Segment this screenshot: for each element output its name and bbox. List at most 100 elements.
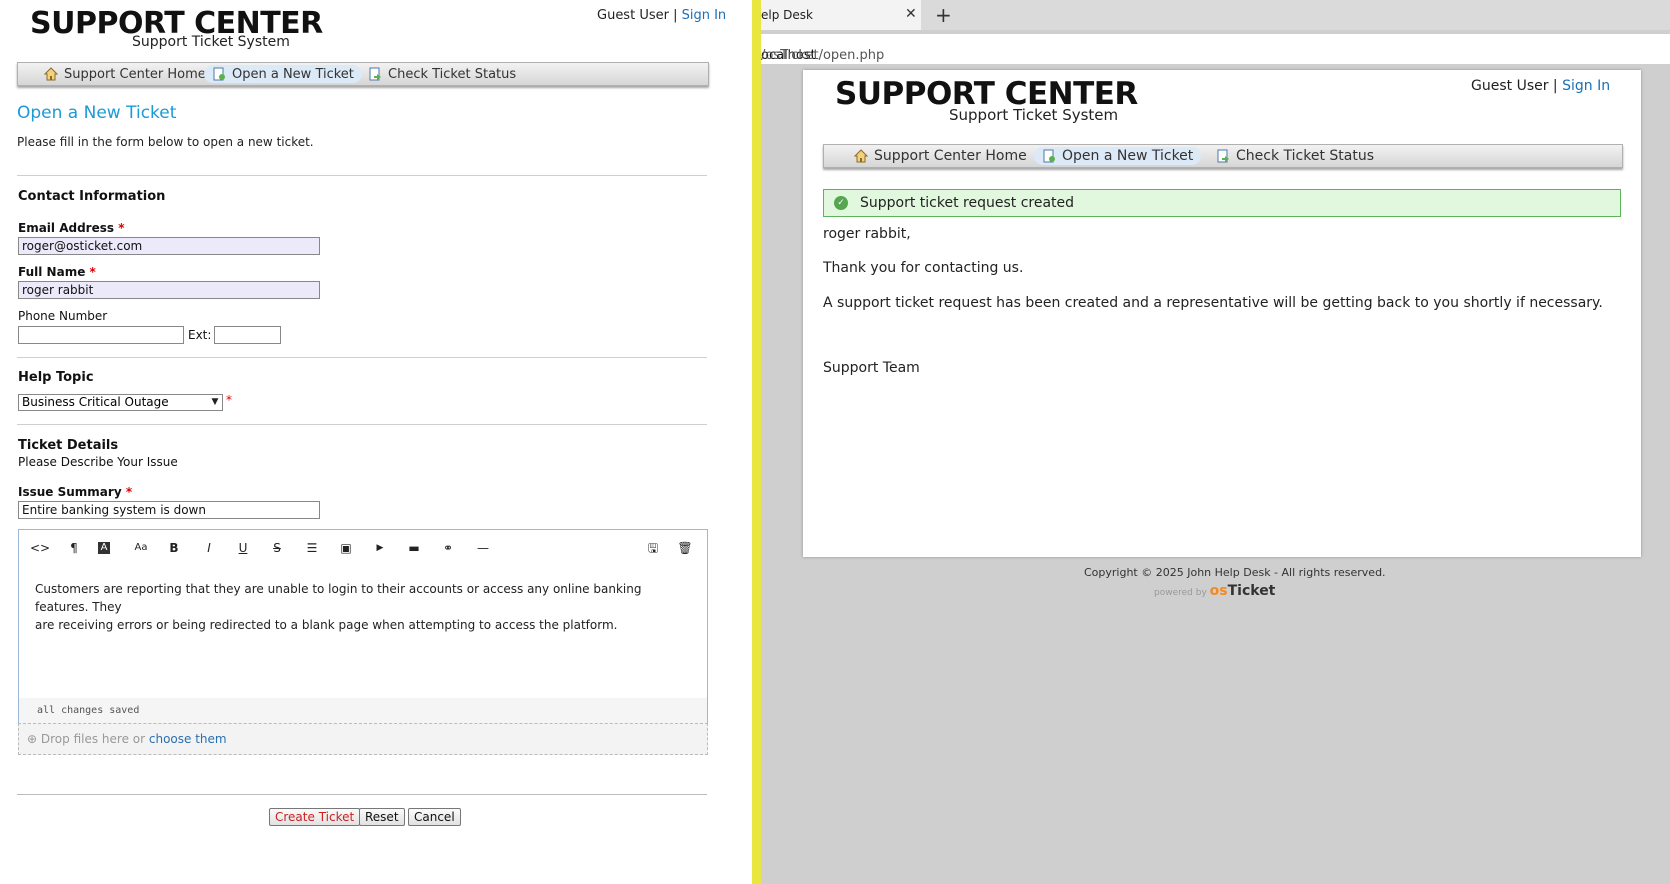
- full-name-field[interactable]: roger rabbit: [18, 281, 320, 299]
- bold-button[interactable]: B: [164, 540, 184, 556]
- paragraph-button[interactable]: ¶: [64, 540, 84, 556]
- editor-toolbar: <> ¶ A Aa B I U S ☰ ▣ ▶ ▬ ⚭ — 🖫 🗑: [19, 530, 707, 564]
- home-icon: [853, 149, 869, 163]
- page-card: SUPPORT CENTER Support Ticket System Gue…: [803, 70, 1641, 557]
- message-line: Customers are reporting that they are un…: [35, 582, 642, 614]
- powered-by-label: powered by: [1154, 588, 1207, 598]
- signature-text: Support Team: [823, 360, 920, 376]
- new-ticket-icon: [1042, 149, 1056, 163]
- divider: [17, 794, 707, 795]
- new-tab-icon[interactable]: +: [935, 3, 952, 27]
- editor-status-bar: all changes saved: [19, 698, 707, 724]
- nav-open-ticket[interactable]: Open a New Ticket: [204, 65, 362, 83]
- contact-heading: Contact Information: [18, 189, 166, 204]
- email-field[interactable]: roger@osticket.com: [18, 237, 320, 255]
- choose-files-link[interactable]: choose them: [149, 732, 227, 746]
- ticket-details-subheading: Please Describe Your Issue: [18, 455, 178, 469]
- ticket-status-icon: [368, 67, 382, 81]
- drop-text: Drop files here or: [40, 732, 146, 746]
- browser-tab[interactable]: elp Desk ✕: [761, 0, 921, 30]
- nav-check-status[interactable]: Check Ticket Status: [360, 65, 524, 83]
- chevron-down-icon: ▼: [211, 397, 219, 407]
- nav-check-status[interactable]: Check Ticket Status: [1208, 147, 1382, 165]
- create-ticket-button[interactable]: Create Ticket: [269, 808, 361, 826]
- font-color-button[interactable]: A: [98, 542, 110, 554]
- divider: [17, 357, 707, 358]
- success-banner: ✓ Support ticket request created: [823, 189, 1621, 217]
- link-icon[interactable]: ⚭: [438, 540, 458, 556]
- phone-field[interactable]: [18, 326, 184, 344]
- logo-subtitle: Support Ticket System: [949, 106, 1119, 124]
- browser-tab-bar: elp Desk ✕ +: [761, 0, 1670, 30]
- url-path: /osTicket/open.php: [761, 48, 885, 63]
- nav-open-ticket-label: Open a New Ticket: [232, 66, 354, 82]
- issue-summary-label: Issue Summary *: [18, 485, 133, 499]
- nav-support-home-label: Support Center Home: [64, 66, 206, 82]
- help-topic-value: Business Critical Outage: [22, 395, 169, 409]
- upload-icon: ⊕: [27, 732, 38, 746]
- underline-button[interactable]: U: [233, 540, 253, 556]
- left-pane: SUPPORT CENTER Support Ticket System Gue…: [0, 0, 752, 884]
- code-view-button[interactable]: <>: [30, 540, 50, 556]
- issue-summary-field[interactable]: Entire banking system is down: [18, 501, 320, 519]
- strikethrough-button[interactable]: S: [267, 540, 287, 556]
- guest-user-label: Guest User |: [1471, 78, 1558, 94]
- check-circle-icon: ✓: [834, 196, 848, 210]
- italic-button[interactable]: I: [199, 540, 219, 556]
- message-text[interactable]: Customers are reporting that they are un…: [35, 580, 691, 634]
- close-icon[interactable]: ✕: [905, 6, 917, 22]
- logo-subtitle: Support Ticket System: [132, 34, 290, 50]
- success-message: Support ticket request created: [860, 195, 1075, 211]
- copyright-text: Copyright © 2025 John Help Desk - All ri…: [1084, 566, 1386, 579]
- save-draft-icon[interactable]: 🖫: [643, 540, 663, 556]
- nav-check-status-label: Check Ticket Status: [388, 66, 517, 82]
- nav-check-status-label: Check Ticket Status: [1236, 148, 1374, 164]
- home-icon: [43, 67, 59, 81]
- main-nav: Support Center Home Open a New Ticket Ch…: [17, 62, 709, 86]
- phone-label: Phone Number: [18, 309, 108, 323]
- font-size-button[interactable]: Aa: [131, 540, 151, 556]
- guest-user-label: Guest User |: [597, 8, 678, 23]
- required-marker: *: [226, 393, 232, 407]
- nav-open-ticket-label: Open a New Ticket: [1062, 148, 1194, 164]
- thanks-text: Thank you for contacting us.: [823, 260, 1024, 276]
- horizontal-rule-icon[interactable]: —: [473, 540, 493, 556]
- list-icon[interactable]: ☰: [302, 540, 322, 556]
- sign-in-link[interactable]: Sign In: [682, 8, 727, 23]
- split-divider: [752, 0, 761, 884]
- divider: [17, 424, 707, 425]
- video-icon[interactable]: ▶: [370, 540, 390, 556]
- reset-button[interactable]: Reset: [359, 808, 405, 826]
- nav-support-home-label: Support Center Home: [874, 148, 1027, 164]
- help-topic-heading: Help Topic: [18, 370, 94, 385]
- message-editor: <> ¶ A Aa B I U S ☰ ▣ ▶ ▬ ⚭ — 🖫 🗑 Custom…: [18, 529, 708, 725]
- help-topic-select[interactable]: Business Critical Outage ▼: [18, 394, 223, 411]
- greeting-text: roger rabbit,: [823, 226, 911, 242]
- nav-support-home[interactable]: Support Center Home: [36, 65, 214, 83]
- save-status: all changes saved: [37, 705, 140, 716]
- delete-draft-icon[interactable]: 🗑: [675, 540, 695, 556]
- osticket-logo: osTicket: [1209, 583, 1276, 599]
- guest-bar: Guest User | Sign In: [597, 8, 726, 23]
- address-bar[interactable]: ocalhost/osTicket/open.php: [761, 34, 1670, 64]
- ext-field[interactable]: [214, 326, 281, 344]
- ticket-details-heading: Ticket Details: [18, 438, 119, 453]
- new-ticket-icon: [212, 67, 226, 81]
- image-icon[interactable]: ▣: [336, 540, 356, 556]
- guest-bar: Guest User | Sign In: [1471, 78, 1610, 94]
- page-title: Open a New Ticket: [17, 103, 177, 123]
- divider: [17, 175, 707, 176]
- confirmation-text: A support ticket request has been create…: [823, 295, 1603, 311]
- table-icon[interactable]: ▬: [404, 540, 424, 556]
- cancel-button[interactable]: Cancel: [408, 808, 461, 826]
- nav-support-home[interactable]: Support Center Home: [846, 147, 1035, 165]
- ext-label: Ext:: [188, 328, 212, 342]
- right-pane: elp Desk ✕ + ocalhost/osTicket/open.php …: [761, 0, 1670, 884]
- tab-title: elp Desk: [761, 8, 813, 22]
- main-nav: Support Center Home Open a New Ticket Ch…: [823, 144, 1623, 168]
- file-drop-zone[interactable]: ⊕ Drop files here or choose them: [18, 723, 708, 755]
- message-line: are receiving errors or being redirected…: [35, 618, 618, 632]
- nav-open-ticket[interactable]: Open a New Ticket: [1034, 147, 1202, 165]
- email-label: Email Address *: [18, 221, 125, 235]
- sign-in-link[interactable]: Sign In: [1562, 78, 1610, 94]
